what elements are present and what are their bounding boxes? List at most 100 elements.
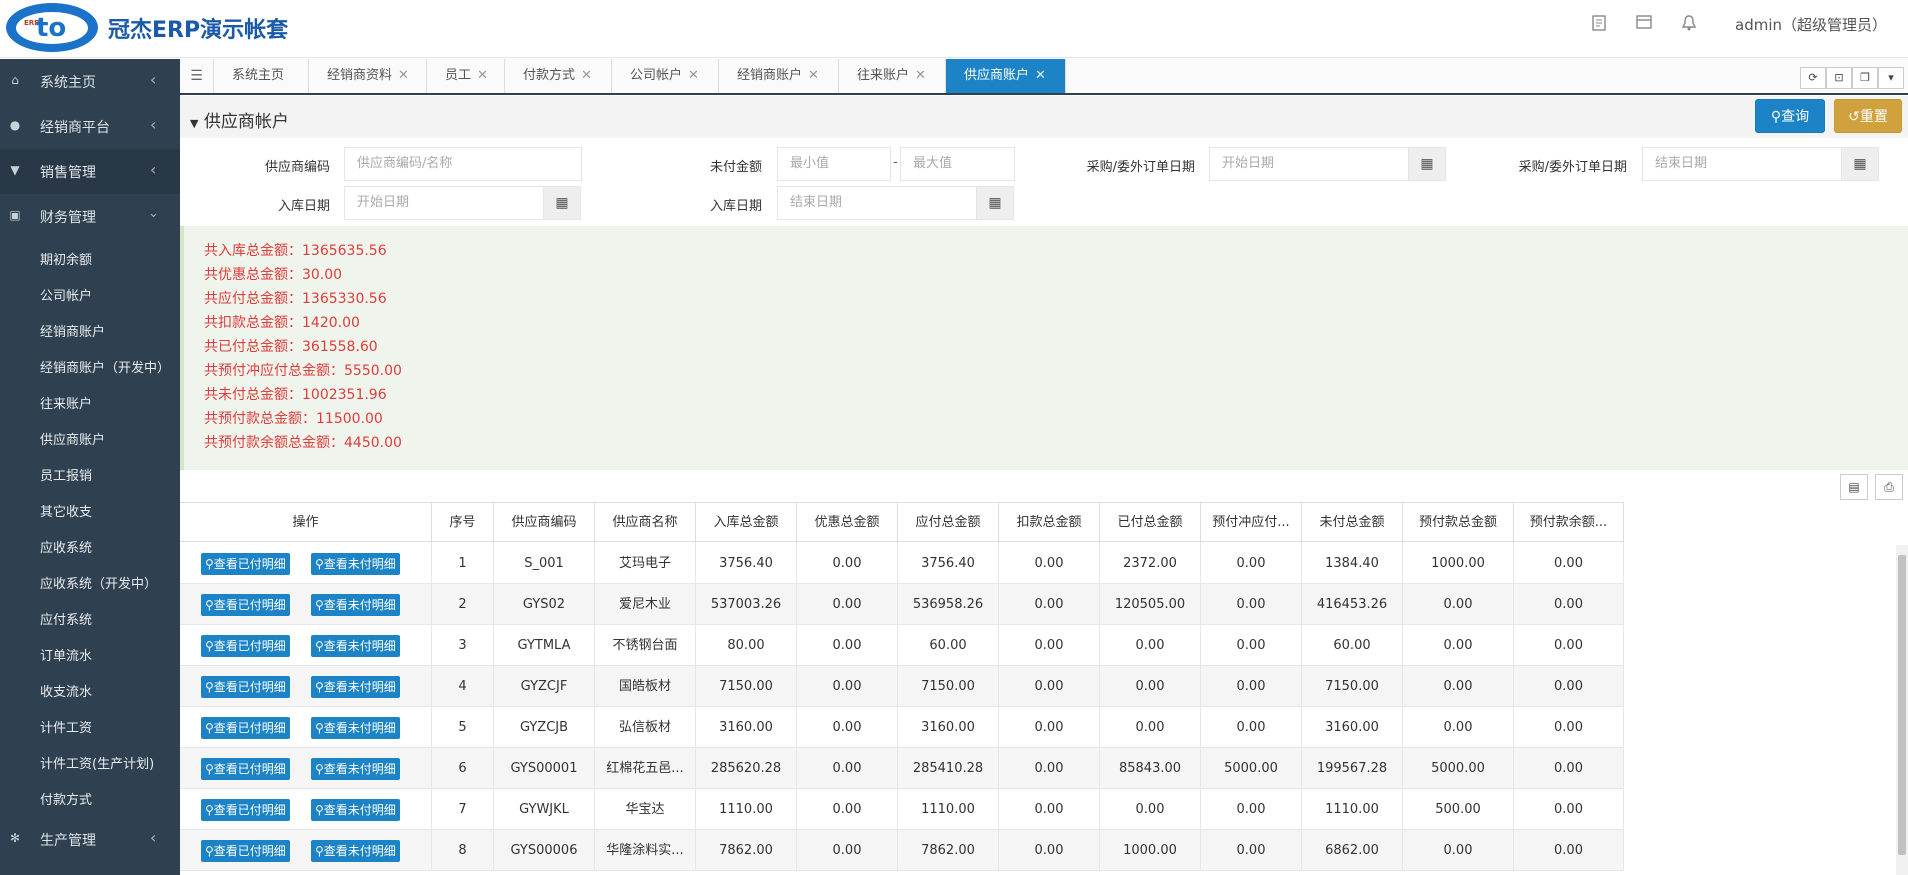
summary-panel: 共入库总金额：1365635.56 共优惠总金额：30.00 共应付总金额：13… bbox=[180, 226, 1908, 470]
card-icon[interactable] bbox=[1635, 15, 1653, 33]
document-icon[interactable] bbox=[1590, 15, 1608, 33]
sidebar-item-dealer-platform[interactable]: ● 经销商平台 ‹ bbox=[0, 104, 180, 149]
view-unpaid-detail-button[interactable]: ⚲查看未付明细 bbox=[311, 553, 400, 575]
view-paid-detail-button[interactable]: ⚲查看已付明细 bbox=[201, 717, 290, 739]
close-icon[interactable]: ✕ bbox=[1035, 68, 1046, 83]
view-paid-detail-button[interactable]: ⚲查看已付明细 bbox=[201, 635, 290, 657]
tab-payment-method[interactable]: 付款方式 ✕ bbox=[505, 59, 612, 93]
sidebar-sub-receivable-dev[interactable]: 应收系统（开发中） bbox=[0, 563, 180, 599]
summary-line: 共预付冲应付总金额：5550.00 bbox=[204, 363, 402, 379]
sidebar-item-finance[interactable]: ▣ 财务管理 ⌄ bbox=[0, 194, 180, 239]
close-icon[interactable]: ✕ bbox=[581, 68, 592, 83]
column-header[interactable]: 未付总金额 bbox=[1302, 503, 1403, 543]
sidebar-sub-piece-wage[interactable]: 计件工资 bbox=[0, 707, 180, 743]
column-header[interactable]: 供应商名称 bbox=[595, 503, 696, 543]
view-unpaid-detail-button[interactable]: ⚲查看未付明细 bbox=[311, 840, 400, 862]
column-header[interactable]: 预付款总金额 bbox=[1403, 503, 1514, 543]
view-paid-detail-button[interactable]: ⚲查看已付明细 bbox=[201, 594, 290, 616]
column-header[interactable]: 扣款总金额 bbox=[999, 503, 1100, 543]
sidebar-sub-receivable[interactable]: 应收系统 bbox=[0, 527, 180, 563]
sidebar-item-production[interactable]: ✻ 生产管理 ‹ bbox=[0, 817, 180, 862]
view-unpaid-detail-button[interactable]: ⚲查看未付明细 bbox=[311, 799, 400, 821]
order-start-date-input[interactable]: 开始日期 bbox=[1209, 147, 1409, 181]
window-icon[interactable]: ❐ bbox=[1852, 67, 1878, 89]
unpaid-max-input[interactable]: 最大值 bbox=[900, 147, 1015, 181]
close-icon[interactable]: ✕ bbox=[915, 68, 926, 83]
calendar-icon[interactable]: ▦ bbox=[976, 186, 1014, 220]
view-paid-detail-button[interactable]: ⚲查看已付明细 bbox=[201, 676, 290, 698]
calendar-icon[interactable]: ▦ bbox=[1841, 147, 1879, 181]
unpaid-amount-label: 未付金额 bbox=[709, 160, 762, 175]
view-unpaid-detail-button[interactable]: ⚲查看未付明细 bbox=[311, 594, 400, 616]
close-icon[interactable]: ✕ bbox=[808, 68, 819, 83]
bell-icon[interactable] bbox=[1680, 15, 1698, 33]
tab-supplier-account[interactable]: 供应商账户 ✕ bbox=[946, 59, 1066, 93]
sidebar-sub-order-flow[interactable]: 订单流水 bbox=[0, 635, 180, 671]
refresh-icon[interactable]: ⟳ bbox=[1800, 67, 1826, 89]
export-icon[interactable]: ⎙ bbox=[1875, 474, 1903, 500]
view-paid-detail-button[interactable]: ⚲查看已付明细 bbox=[201, 799, 290, 821]
close-icon[interactable]: ✕ bbox=[398, 68, 409, 83]
table-scrollbar[interactable] bbox=[1896, 545, 1908, 875]
summary-line: 共已付总金额：361558.60 bbox=[204, 339, 378, 355]
view-unpaid-detail-button[interactable]: ⚲查看未付明细 bbox=[311, 676, 400, 698]
view-paid-detail-button[interactable]: ⚲查看已付明细 bbox=[201, 840, 290, 862]
table-cell: 华隆涂料实... bbox=[595, 830, 696, 871]
table-cell: 0.00 bbox=[1514, 625, 1624, 666]
tab-contact-account[interactable]: 往来账户 ✕ bbox=[839, 59, 946, 93]
column-header[interactable]: 入库总金额 bbox=[696, 503, 797, 543]
view-unpaid-detail-button[interactable]: ⚲查看未付明细 bbox=[311, 635, 400, 657]
tab-dealer-info[interactable]: 经销商资料 ✕ bbox=[309, 59, 427, 93]
view-unpaid-detail-button[interactable]: ⚲查看未付明细 bbox=[311, 717, 400, 739]
sidebar-sub-payment-method[interactable]: 付款方式 bbox=[0, 779, 180, 815]
column-header[interactable]: 优惠总金额 bbox=[797, 503, 898, 543]
unpaid-min-input[interactable]: 最小值 bbox=[777, 147, 891, 181]
column-header[interactable]: 应付总金额 bbox=[898, 503, 999, 543]
supplier-code-input[interactable]: 供应商编码/名称 bbox=[344, 147, 582, 181]
close-icon[interactable]: ✕ bbox=[688, 68, 699, 83]
column-header[interactable]: 预付冲应付... bbox=[1201, 503, 1302, 543]
sidebar-sub-dealer-account[interactable]: 经销商账户 bbox=[0, 311, 180, 347]
sidebar-sub-expense[interactable]: 员工报销 bbox=[0, 455, 180, 491]
tab-list-icon[interactable]: ☰ bbox=[180, 59, 214, 93]
sidebar-sub-opening-balance[interactable]: 期初余额 bbox=[0, 239, 180, 275]
stock-end-date-input[interactable]: 结束日期 bbox=[777, 186, 977, 220]
sidebar-item-sales[interactable]: ▼ 销售管理 ‹ bbox=[0, 149, 180, 194]
column-header[interactable]: 供应商编码 bbox=[494, 503, 595, 543]
sidebar-sub-contact-account[interactable]: 往来账户 bbox=[0, 383, 180, 419]
table-row: ⚲查看已付明细 ⚲查看未付明细 4 GYZCJF 国皓板材 7150.00 0.00 7150… bbox=[180, 666, 1624, 707]
tab-company-account[interactable]: 公司帐户 ✕ bbox=[612, 59, 719, 93]
sidebar-sub-other-income[interactable]: 其它收支 bbox=[0, 491, 180, 527]
sidebar-sub-piece-wage-plan[interactable]: 计件工资(生产计划) bbox=[0, 743, 180, 779]
stock-start-date-input[interactable]: 开始日期 bbox=[344, 186, 544, 220]
search-icon: ⚲ bbox=[1770, 109, 1782, 125]
tab-staff[interactable]: 员工 ✕ bbox=[427, 59, 505, 93]
view-paid-detail-button[interactable]: ⚲查看已付明细 bbox=[201, 758, 290, 780]
order-end-date-input[interactable]: 结束日期 bbox=[1642, 147, 1842, 181]
user-menu[interactable]: admin（超级管理员） bbox=[1735, 14, 1887, 35]
column-header[interactable]: 已付总金额 bbox=[1100, 503, 1201, 543]
column-header[interactable]: 序号 bbox=[432, 503, 494, 543]
tab-home[interactable]: 系统主页 bbox=[214, 59, 309, 93]
table-cell: 艾玛电子 bbox=[595, 543, 696, 584]
column-header[interactable]: 预付款余额... bbox=[1514, 503, 1624, 543]
caret-down-icon[interactable]: ▾ bbox=[1878, 67, 1904, 89]
reset-button[interactable]: ↺重置 bbox=[1834, 99, 1902, 133]
sidebar-sub-dealer-account-dev[interactable]: 经销商账户（开发中） bbox=[0, 347, 180, 383]
query-button[interactable]: ⚲查询 bbox=[1755, 99, 1825, 133]
calendar-icon[interactable]: ▦ bbox=[543, 186, 581, 220]
calendar-icon[interactable]: ▦ bbox=[1408, 147, 1446, 181]
table-cell: 0.00 bbox=[1514, 830, 1624, 871]
table-cell: 1110.00 bbox=[696, 789, 797, 830]
sidebar-sub-company-account[interactable]: 公司帐户 bbox=[0, 275, 180, 311]
sidebar-sub-payable[interactable]: 应付系统 bbox=[0, 599, 180, 635]
columns-icon[interactable]: ▤ bbox=[1840, 474, 1868, 500]
view-unpaid-detail-button[interactable]: ⚲查看未付明细 bbox=[311, 758, 400, 780]
sidebar-sub-cash-flow[interactable]: 收支流水 bbox=[0, 671, 180, 707]
fullscreen-icon[interactable]: ⊡ bbox=[1826, 67, 1852, 89]
sidebar-sub-supplier-account[interactable]: 供应商账户 bbox=[0, 419, 180, 455]
sidebar-item-home[interactable]: ⌂ 系统主页 ‹ bbox=[0, 59, 180, 104]
tab-dealer-account[interactable]: 经销商账户 ✕ bbox=[719, 59, 839, 93]
view-paid-detail-button[interactable]: ⚲查看已付明细 bbox=[201, 553, 290, 575]
close-icon[interactable]: ✕ bbox=[477, 68, 488, 83]
